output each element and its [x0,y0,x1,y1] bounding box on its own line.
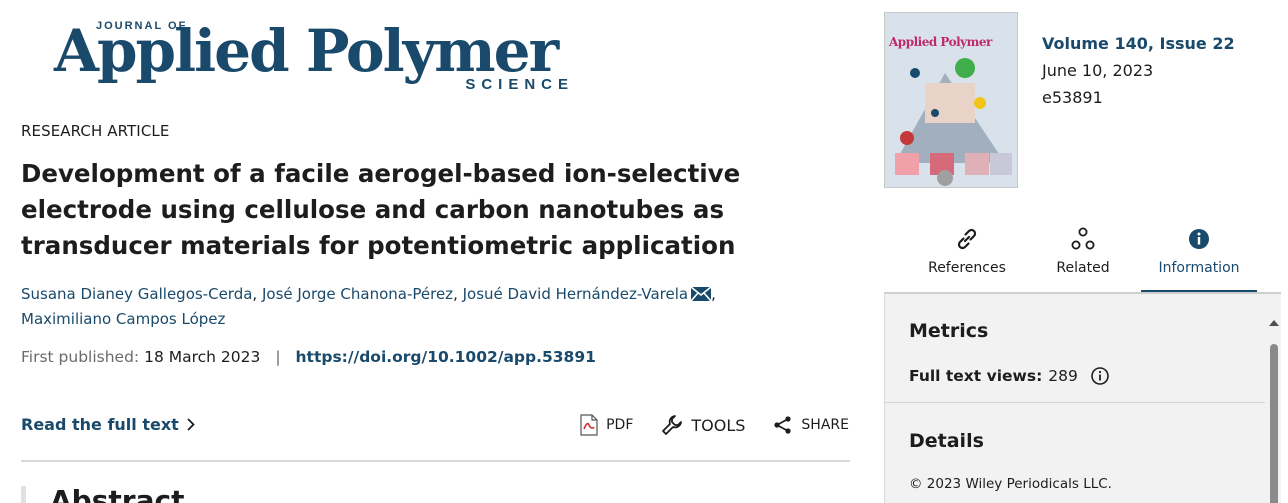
tab-related-label: Related [1056,260,1110,276]
link-icon [957,228,977,250]
info-outline-icon[interactable] [1090,366,1110,386]
article-type: RESEARCH ARTICLE [21,122,170,140]
doi-link[interactable]: https://doi.org/10.1002/app.53891 [296,348,596,366]
author-link[interactable]: Maximiliano Campos López [21,310,225,328]
scroll-up-arrow-icon[interactable] [1269,320,1279,326]
cover-title: Applied Polymer [889,35,992,49]
full-text-views: Full text views: 289 [909,366,1110,386]
share-label: SHARE [801,417,849,433]
author-link[interactable]: Susana Dianey Gallegos-Cerda [21,285,252,303]
author-separator: , [453,285,463,303]
information-panel: Metrics Full text views: 289 Details © 2… [884,292,1281,503]
publication-info: First published: 18 March 2023 | https:/… [21,348,596,366]
volume-issue-link[interactable]: Volume 140, Issue 22 [1042,30,1235,57]
wrench-icon [662,415,683,435]
sidebar-tabs: References Related Information [896,222,1268,293]
logo-title: Applied Polymer [54,17,559,85]
tab-information-label: Information [1158,260,1240,276]
first-published-label: First published: [21,348,140,366]
abstract-accent-bar [21,486,26,503]
author-link[interactable]: José Jorge Chanona-Pérez [262,285,453,303]
issue-meta: Volume 140, Issue 22 June 10, 2023 e5389… [1042,30,1235,111]
panel-scrollbar[interactable] [1267,314,1281,503]
read-full-text-label: Read the full text [21,415,179,434]
logo-science: SCIENCE [465,76,574,93]
section-divider [21,460,850,462]
article-toolbar: PDF TOOLS SHARE [580,414,849,436]
info-divider: | [275,348,281,366]
share-icon [774,416,792,434]
author-separator: , [252,285,262,303]
full-text-views-value: 289 [1048,367,1078,385]
corresponding-author-mail-icon[interactable] [691,287,712,301]
pdf-icon [580,414,598,436]
tab-related[interactable]: Related [1025,222,1141,292]
info-icon [1189,229,1209,249]
article-title: Development of a facile aerogel-based io… [21,159,741,260]
first-published-date: 18 March 2023 [144,348,261,366]
chevron-right-icon [187,418,195,431]
pdf-label: PDF [606,417,634,433]
panel-divider [885,402,1265,403]
tools-button[interactable]: TOOLS [661,414,745,436]
related-icon [1071,227,1095,250]
article-number: e53891 [1042,88,1103,107]
share-button[interactable]: SHARE [773,415,849,435]
tab-references[interactable]: References [909,222,1025,292]
pdf-button[interactable]: PDF [580,414,633,436]
tab-information[interactable]: Information [1141,222,1257,293]
author-link[interactable]: Josué David Hernández-Varela [463,285,688,303]
copyright-text: © 2023 Wiley Periodicals LLC. [909,476,1112,492]
details-heading: Details [909,430,984,452]
tab-references-label: References [928,260,1006,276]
scroll-thumb[interactable] [1270,344,1278,503]
author-list: Susana Dianey Gallegos-Cerda, José Jorge… [21,282,851,332]
issue-date: June 10, 2023 [1042,61,1154,80]
abstract-heading: Abstract [50,484,185,503]
full-text-views-label: Full text views: [909,367,1043,385]
read-full-text-link[interactable]: Read the full text [21,415,195,434]
author-separator: , [711,285,716,303]
metrics-heading: Metrics [909,320,989,342]
issue-cover-image[interactable]: Applied Polymer [884,12,1018,188]
tools-label: TOOLS [691,415,746,435]
journal-logo[interactable]: JOURNAL OF Applied Polymer SCIENCE [54,18,574,96]
